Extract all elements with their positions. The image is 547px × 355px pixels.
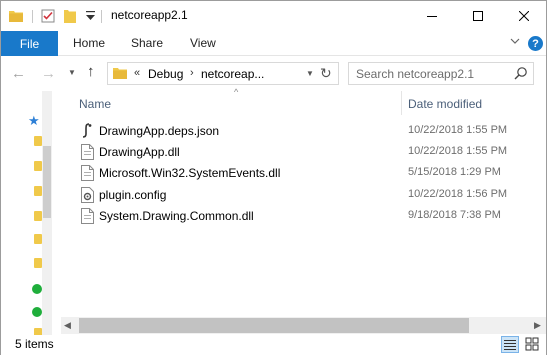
nav-folder-icon[interactable] [34, 211, 42, 221]
ribbon-tabs: File Home Share View ? [1, 31, 546, 56]
file-list: ^ Name Date modified DrawingApp.deps.jso… [61, 87, 546, 317]
scroll-left-icon[interactable]: ◀ [64, 320, 71, 331]
nav-folder-icon[interactable] [34, 234, 42, 244]
new-folder-icon[interactable] [64, 8, 80, 24]
minimize-icon [427, 16, 437, 17]
column-header-name[interactable]: Name [79, 97, 111, 111]
horizontal-scrollbar[interactable]: ◀ ▶ [61, 317, 546, 334]
status-bar: 5 items [1, 335, 546, 355]
scroll-right-icon[interactable]: ▶ [534, 320, 541, 331]
dll-file-icon [81, 144, 94, 160]
file-date: 9/18/2018 7:38 PM [408, 209, 501, 221]
breadcrumb-overflow[interactable]: « [134, 67, 140, 79]
folder-icon[interactable] [9, 8, 25, 24]
horizontal-scroll-thumb[interactable] [79, 318, 469, 333]
file-name: DrawingApp.deps.json [99, 124, 220, 138]
table-row[interactable]: DrawingApp.dll 10/22/2018 1:55 PM [61, 142, 546, 163]
large-icons-view-icon[interactable] [524, 336, 542, 353]
search-placeholder: Search netcoreapp2.1 [356, 67, 475, 81]
dll-file-icon [81, 208, 94, 224]
sort-ascending-icon: ^ [234, 87, 239, 97]
file-name: DrawingApp.dll [99, 145, 180, 159]
search-input[interactable]: Search netcoreapp2.1 [348, 62, 534, 85]
expand-ribbon-icon[interactable] [510, 37, 522, 49]
navigation-pane[interactable]: ★ [1, 91, 43, 338]
up-arrow-icon[interactable]: ↑ [87, 63, 95, 80]
json-file-icon [81, 123, 94, 139]
table-row[interactable]: System.Drawing.Common.dll 9/18/2018 7:38… [61, 206, 546, 227]
address-bar[interactable]: « Debug › netcoreap... ▼ ↻ [107, 62, 339, 85]
close-button[interactable] [501, 1, 547, 31]
breadcrumb-debug[interactable]: Debug [148, 67, 183, 81]
refresh-icon[interactable]: ↻ [320, 65, 332, 82]
title-separator [101, 10, 102, 23]
dll-file-icon [81, 165, 94, 181]
table-row[interactable]: plugin.config 10/22/2018 1:56 PM [61, 185, 546, 206]
quick-access-star-icon[interactable]: ★ [28, 113, 40, 129]
file-date: 10/22/2018 1:55 PM [408, 124, 508, 136]
folder-icon [113, 67, 127, 82]
file-date: 10/22/2018 1:55 PM [408, 145, 508, 157]
explorer-window: netcoreapp2.1 File Home Share View ? ← →… [0, 0, 547, 355]
file-date: 10/22/2018 1:56 PM [408, 188, 508, 200]
nav-folder-icon[interactable] [34, 258, 42, 268]
nav-folder-icon[interactable] [34, 186, 42, 196]
navigation-pane-scroll-thumb[interactable] [43, 146, 51, 218]
column-divider[interactable] [401, 91, 402, 115]
table-row[interactable]: DrawingApp.deps.json 10/22/2018 1:55 PM [61, 121, 546, 142]
customize-dropdown-icon[interactable] [86, 8, 96, 24]
recent-locations-dropdown-icon[interactable]: ▼ [68, 68, 76, 77]
breadcrumb-current[interactable]: netcoreap... [201, 67, 264, 81]
properties-icon[interactable] [41, 8, 57, 24]
forward-arrow-icon[interactable]: → [41, 65, 56, 82]
navigation-bar: ← → ▼ ↑ « Debug › netcoreap... ▼ ↻ Searc… [1, 57, 546, 91]
address-dropdown-icon[interactable]: ▼ [306, 69, 314, 78]
back-arrow-icon[interactable]: ← [11, 65, 26, 82]
file-name: System.Drawing.Common.dll [99, 209, 254, 223]
close-icon [519, 11, 529, 21]
maximize-button[interactable] [455, 1, 501, 31]
config-file-icon [81, 187, 94, 203]
help-icon[interactable]: ? [528, 36, 543, 51]
maximize-icon [473, 11, 483, 21]
minimize-button[interactable] [409, 1, 455, 31]
quick-access-separator [32, 10, 33, 23]
table-row[interactable]: Microsoft.Win32.SystemEvents.dll 5/15/20… [61, 163, 546, 184]
window-title: netcoreapp2.1 [111, 8, 188, 22]
tab-file[interactable]: File [1, 31, 58, 56]
nav-folder-icon[interactable] [34, 161, 42, 171]
title-bar: netcoreapp2.1 [1, 1, 546, 31]
item-count: 5 items [15, 337, 54, 351]
file-name: Microsoft.Win32.SystemEvents.dll [99, 166, 281, 180]
column-header-date-modified[interactable]: Date modified [408, 97, 482, 111]
sync-status-icon[interactable] [32, 284, 42, 294]
search-icon[interactable] [514, 66, 530, 82]
details-view-icon[interactable] [501, 336, 519, 353]
tab-home[interactable]: Home [73, 36, 105, 50]
tab-view[interactable]: View [190, 36, 216, 50]
tab-share[interactable]: Share [131, 36, 163, 50]
file-name: plugin.config [99, 188, 167, 202]
sync-status-icon[interactable] [32, 307, 42, 317]
navigation-pane-scrollbar[interactable] [42, 91, 52, 335]
file-date: 5/15/2018 1:29 PM [408, 166, 501, 178]
nav-folder-icon[interactable] [34, 136, 42, 146]
breadcrumb-separator-icon[interactable]: › [190, 67, 194, 79]
